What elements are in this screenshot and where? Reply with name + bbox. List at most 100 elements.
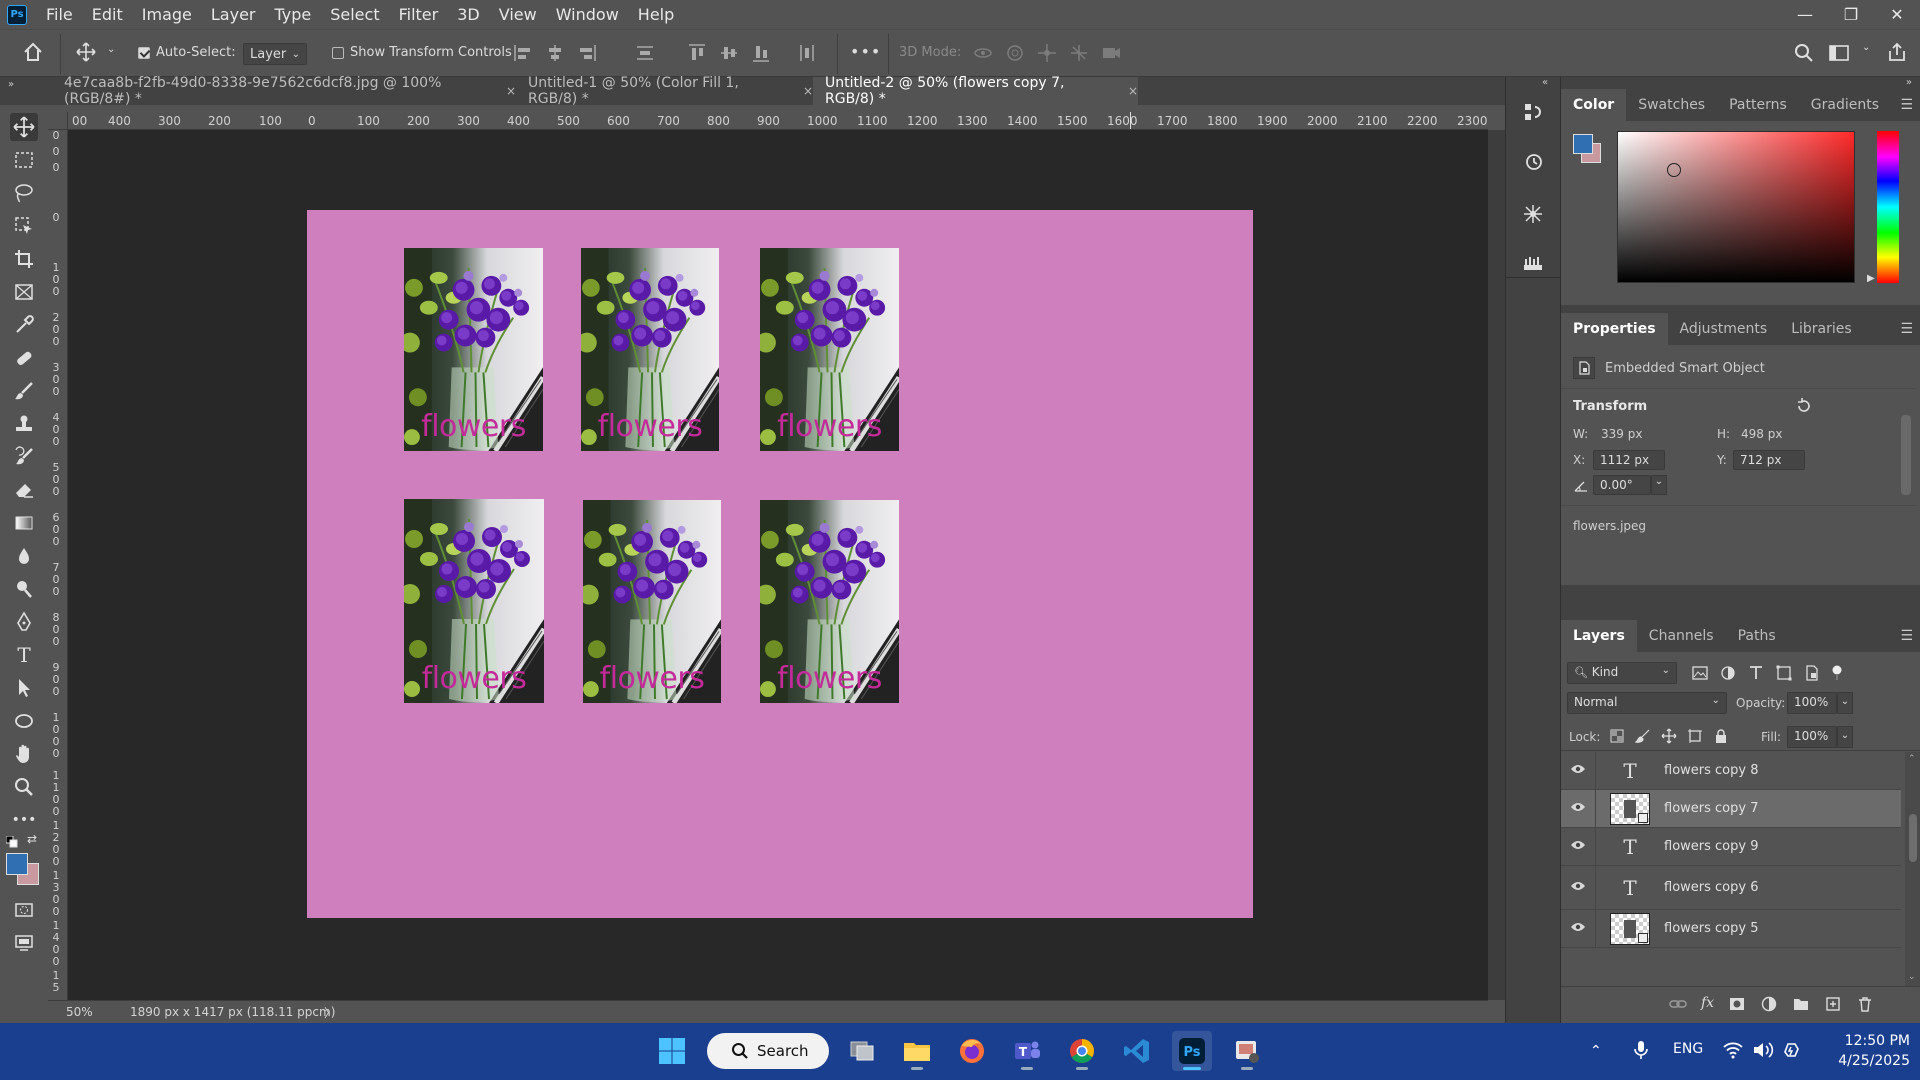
move-tool-preset-icon[interactable] (76, 42, 96, 66)
visibility-eye-icon[interactable] (1561, 839, 1595, 855)
flower-photo-layer[interactable]: flowers (760, 500, 899, 703)
clone-stamp-tool-icon[interactable] (10, 410, 38, 438)
chevron-down-icon[interactable]: ⌄ (107, 44, 115, 55)
panel-menu-icon[interactable]: ☰ (1900, 628, 1913, 644)
horizontal-ruler[interactable]: 00 400 300 200 100 0 100 200 300 400 500… (68, 112, 1488, 130)
swap-colors-icon[interactable]: ⇄ (27, 832, 37, 846)
collapse-toolbar-icon[interactable]: » (8, 79, 14, 90)
path-selection-tool-icon[interactable] (10, 674, 38, 702)
flowers-text-layer[interactable]: flowers (581, 409, 719, 444)
flowers-text-layer[interactable]: flowers (404, 661, 544, 696)
layer-name[interactable]: flowers copy 8 (1664, 763, 1758, 778)
layer-name[interactable]: flowers copy 7 (1664, 801, 1758, 816)
color-field[interactable] (1617, 131, 1855, 283)
text-layer-icon[interactable]: T (1610, 870, 1650, 906)
menu-layer[interactable]: Layer (202, 5, 266, 24)
hue-slider-handle[interactable]: ▶ (1867, 273, 1875, 284)
visibility-eye-icon[interactable] (1561, 880, 1595, 896)
3d-roll-icon[interactable] (1004, 42, 1026, 64)
type-tool-icon[interactable]: T (10, 641, 38, 669)
frame-tool-icon[interactable] (10, 278, 38, 306)
blur-tool-icon[interactable] (10, 542, 38, 570)
flowers-text-layer[interactable]: flowers (404, 409, 543, 444)
auto-select-target-dropdown[interactable]: Layer ⌄ (243, 43, 307, 65)
delete-layer-icon[interactable] (1856, 995, 1874, 1013)
align-middle-v-icon[interactable] (718, 42, 740, 64)
taskbar-search[interactable]: Search (707, 1033, 829, 1069)
brush-tool-icon[interactable] (10, 377, 38, 405)
new-adjustment-layer-icon[interactable] (1760, 995, 1778, 1013)
filter-toggle-icon[interactable] (1831, 664, 1843, 682)
3d-pan-icon[interactable] (1036, 42, 1058, 64)
layer-row[interactable]: flowers copy 7 (1561, 790, 1901, 828)
panel-menu-icon[interactable]: ☰ (1900, 97, 1913, 113)
tab-swatches[interactable]: Swatches (1626, 89, 1717, 121)
close-tab-icon[interactable]: × (506, 84, 516, 98)
lock-position-icon[interactable] (1661, 728, 1677, 744)
show-transform-checkbox[interactable] (332, 45, 344, 60)
layer-name[interactable]: flowers copy 9 (1664, 839, 1758, 854)
flowers-text-layer[interactable]: flowers (760, 661, 899, 696)
distribute-vertical-icon[interactable] (796, 42, 818, 68)
history-brush-tool-icon[interactable] (10, 443, 38, 471)
properties-scrollbar[interactable] (1901, 415, 1911, 495)
menu-3d[interactable]: 3D (448, 5, 490, 24)
close-tab-icon[interactable]: × (803, 84, 813, 98)
3d-orbit-icon[interactable] (972, 42, 994, 64)
filter-pixel-icon[interactable] (1691, 664, 1709, 682)
layer-row[interactable]: Tflowers copy 8 (1561, 752, 1901, 790)
edit-toolbar-icon[interactable]: ••• (10, 806, 38, 834)
lock-transparent-icon[interactable] (1609, 728, 1625, 744)
default-colors-icon[interactable] (5, 833, 18, 852)
document-canvas[interactable]: flowers flowers flowers flowers flowers flowe… (307, 210, 1253, 918)
search-icon[interactable] (1793, 42, 1815, 68)
tab-layers[interactable]: Layers (1561, 620, 1637, 652)
chevron-down-icon[interactable]: ⌄ (1837, 726, 1853, 748)
flower-photo-layer[interactable]: flowers (583, 500, 721, 703)
lock-all-icon[interactable] (1713, 728, 1729, 744)
canvas-area[interactable]: flowers flowers flowers flowers flowers flowe… (68, 130, 1488, 1000)
vertical-ruler[interactable]: 0 0 0 0 1 0 0 2 0 0 3 0 0 4 0 0 5 0 0 6 … (48, 130, 68, 1000)
distribute-icon[interactable] (634, 42, 656, 68)
crop-tool-icon[interactable] (10, 245, 38, 273)
lock-artboard-icon[interactable] (1687, 728, 1703, 744)
ruler-origin[interactable] (48, 112, 68, 130)
file-explorer-icon[interactable] (897, 1031, 937, 1071)
teams-icon[interactable]: T (1007, 1031, 1047, 1071)
foreground-color-swatch[interactable] (6, 853, 28, 875)
layer-row[interactable]: Tflowers copy 6 (1561, 866, 1901, 910)
align-center-h-icon[interactable] (544, 42, 566, 64)
flower-photo-layer[interactable]: flowers (581, 248, 719, 451)
clock[interactable]: 12:50 PM 4/25/2025 (1815, 1031, 1910, 1071)
chevron-down-icon[interactable]: ⌄ (1651, 475, 1667, 495)
new-layer-icon[interactable] (1824, 995, 1842, 1013)
new-group-icon[interactable] (1792, 995, 1810, 1013)
reset-transform-icon[interactable] (1795, 397, 1813, 419)
3d-slide-icon[interactable] (1068, 42, 1090, 64)
layers-scrollbar[interactable]: ⌃ ⌄ (1905, 752, 1920, 986)
tab-adjustments[interactable]: Adjustments (1668, 313, 1780, 345)
marquee-tool-icon[interactable] (10, 146, 38, 174)
color-picker-cursor[interactable] (1667, 163, 1681, 177)
filter-smart-object-icon[interactable] (1803, 664, 1821, 682)
tab-document-2[interactable]: Untitled-1 @ 50% (Color Fill 1, RGB/8) *… (516, 75, 813, 107)
menu-image[interactable]: Image (133, 5, 202, 24)
visibility-eye-icon[interactable] (1561, 801, 1595, 817)
lock-pixels-icon[interactable] (1635, 728, 1651, 744)
tab-paths[interactable]: Paths (1726, 620, 1788, 652)
filter-shape-icon[interactable] (1775, 664, 1793, 682)
minimize-button[interactable]: — (1782, 0, 1828, 29)
wifi-icon[interactable] (1722, 1040, 1744, 1064)
share-icon[interactable] (1886, 41, 1908, 67)
layer-name[interactable]: flowers copy 5 (1664, 921, 1758, 936)
angle-field[interactable]: 0.00° (1593, 475, 1651, 495)
dodge-tool-icon[interactable] (10, 575, 38, 603)
lasso-tool-icon[interactable] (10, 179, 38, 207)
hue-slider[interactable] (1877, 131, 1899, 283)
history-icon[interactable] (1518, 147, 1548, 177)
menu-file[interactable]: File (37, 5, 83, 24)
language-indicator[interactable]: ENG (1673, 1041, 1703, 1057)
snipping-tool-icon[interactable] (1227, 1031, 1267, 1071)
menu-type[interactable]: Type (265, 5, 321, 24)
vscode-icon[interactable] (1117, 1031, 1157, 1071)
